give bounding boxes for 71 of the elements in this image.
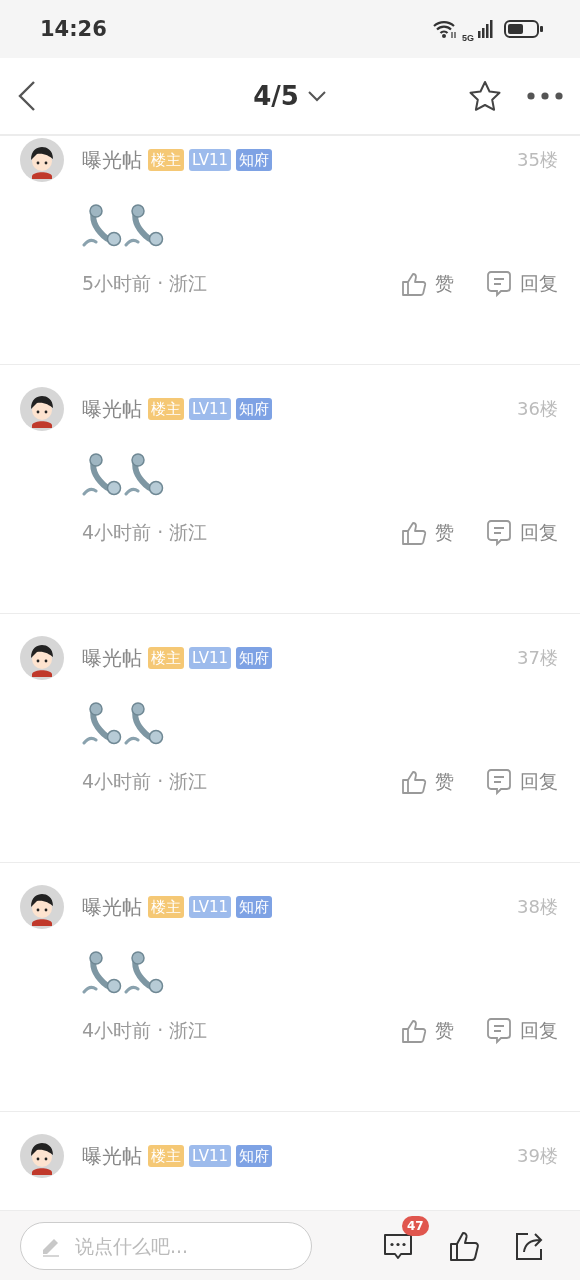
user-badge: 楼主 bbox=[148, 1145, 184, 1167]
like-button[interactable]: 赞 bbox=[401, 1018, 454, 1044]
comment-input[interactable]: 说点什么吧... bbox=[20, 1221, 312, 1270]
sticker-icon bbox=[124, 702, 166, 746]
chevron-icon bbox=[306, 90, 327, 102]
author-name[interactable]: 曝光帖 bbox=[82, 644, 142, 672]
avatar[interactable] bbox=[20, 387, 64, 431]
network-label: 5G bbox=[462, 33, 474, 43]
sticker-icon bbox=[82, 453, 124, 497]
user-badge: 知府 bbox=[236, 398, 273, 420]
thumbs-up-icon bbox=[401, 271, 427, 297]
reply-button[interactable]: 回复 bbox=[486, 768, 558, 796]
thumbs-up-icon bbox=[401, 769, 427, 795]
clock: 14:26 bbox=[40, 17, 108, 41]
user-badge: 楼主 bbox=[148, 647, 184, 669]
post-meta: 5小时前 · 浙江 bbox=[82, 271, 209, 296]
author-name[interactable]: 曝光帖 bbox=[82, 1142, 142, 1170]
reply-button[interactable]: 回复 bbox=[486, 519, 558, 547]
post-meta: 4小时前 · 浙江 bbox=[82, 769, 209, 794]
user-badge: LV11 bbox=[189, 398, 232, 420]
like-button[interactable]: 赞 bbox=[401, 520, 454, 546]
like-icon[interactable] bbox=[448, 1229, 480, 1262]
post-meta: 4小时前 · 浙江 bbox=[82, 1018, 209, 1043]
count-badge: 47 bbox=[402, 1215, 429, 1236]
user-badge: LV11 bbox=[189, 647, 232, 669]
user-badge: LV11 bbox=[189, 896, 232, 918]
user-badge: 知府 bbox=[236, 647, 273, 669]
sticker-icon bbox=[124, 453, 166, 497]
speech-bubble-icon bbox=[486, 519, 512, 547]
sticker-icon bbox=[82, 951, 124, 995]
reply-button[interactable]: 回复 bbox=[486, 1017, 558, 1045]
user-badge: 知府 bbox=[236, 149, 273, 171]
floor-number: 36楼 bbox=[517, 397, 558, 421]
avatar[interactable] bbox=[20, 636, 64, 680]
author-name[interactable]: 曝光帖 bbox=[82, 395, 142, 423]
signal-icon bbox=[478, 19, 494, 39]
floor-number: 39楼 bbox=[517, 1144, 558, 1168]
sticker-icon bbox=[124, 951, 166, 995]
more-icon[interactable] bbox=[526, 91, 564, 101]
avatar[interactable] bbox=[20, 885, 64, 929]
sticker-icon bbox=[82, 204, 124, 248]
sticker-icon bbox=[124, 204, 166, 248]
user-badge: LV11 bbox=[189, 149, 232, 171]
page-selector[interactable]: 4/5 bbox=[253, 81, 327, 111]
speech-bubble-icon bbox=[486, 1017, 512, 1045]
floor-number: 35楼 bbox=[517, 148, 558, 172]
user-badge: 知府 bbox=[236, 1145, 273, 1167]
author-name[interactable]: 曝光帖 bbox=[82, 893, 142, 921]
thumbs-up-icon bbox=[401, 520, 427, 546]
wifi-icon bbox=[432, 19, 458, 39]
battery-icon bbox=[504, 19, 544, 39]
user-badge: 楼主 bbox=[148, 398, 184, 420]
like-button[interactable]: 赞 bbox=[401, 271, 454, 297]
floor-number: 37楼 bbox=[517, 646, 558, 670]
user-badge: LV11 bbox=[189, 1145, 232, 1167]
avatar[interactable] bbox=[20, 1134, 64, 1178]
user-badge: 知府 bbox=[236, 896, 273, 918]
user-badge: 楼主 bbox=[148, 896, 184, 918]
avatar[interactable] bbox=[20, 138, 64, 182]
author-name[interactable]: 曝光帖 bbox=[82, 146, 142, 174]
speech-bubble-icon bbox=[486, 270, 512, 298]
user-badge: 楼主 bbox=[148, 149, 184, 171]
thumbs-up-icon bbox=[401, 1018, 427, 1044]
post-meta: 4小时前 · 浙江 bbox=[82, 520, 209, 545]
speech-bubble-icon bbox=[486, 768, 512, 796]
back-icon[interactable] bbox=[16, 80, 38, 112]
floor-number: 38楼 bbox=[517, 895, 558, 919]
sticker-icon bbox=[82, 702, 124, 746]
reply-button[interactable]: 回复 bbox=[486, 270, 558, 298]
star-icon[interactable] bbox=[468, 80, 502, 112]
like-button[interactable]: 赞 bbox=[401, 769, 454, 795]
